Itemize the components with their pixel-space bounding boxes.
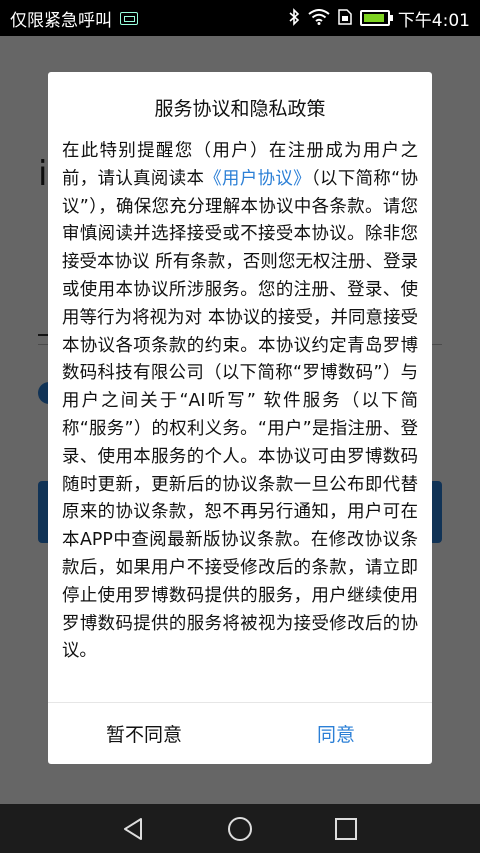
status-icons: 下午4:01	[288, 6, 470, 31]
navigation-bar	[0, 804, 480, 853]
back-icon[interactable]	[121, 816, 147, 842]
wifi-icon	[308, 8, 330, 28]
user-agreement-link[interactable]: 《用户协议》	[204, 169, 311, 189]
terms-dialog: 服务协议和隐私政策 在此特别提醒您（用户）在注册成为用户之前，请认真阅读本《用户…	[48, 72, 432, 764]
sim-icon	[120, 11, 138, 25]
decline-button[interactable]: 暂不同意	[48, 703, 240, 764]
clock: 下午4:01	[397, 10, 470, 31]
body-text-main: （以下简称“协议”），确保您充分理解本协议中各条款。请您审慎阅读并选择接受或不接…	[62, 168, 418, 662]
bluetooth-icon	[288, 7, 300, 29]
carrier-text: 仅限紧急呼叫	[10, 10, 112, 31]
status-bar: 仅限紧急呼叫 下午4:01	[0, 0, 480, 36]
dialog-title: 服务协议和隐私政策	[154, 98, 326, 120]
accept-button[interactable]: 同意	[240, 703, 432, 764]
home-icon[interactable]	[227, 816, 253, 842]
sim-card-icon	[338, 8, 352, 28]
battery-icon	[359, 10, 393, 26]
recents-icon[interactable]	[333, 816, 359, 842]
dialog-body: 在此特别提醒您（用户）在注册成为用户之前，请认真阅读本《用户协议》（以下简称“协…	[62, 138, 418, 666]
